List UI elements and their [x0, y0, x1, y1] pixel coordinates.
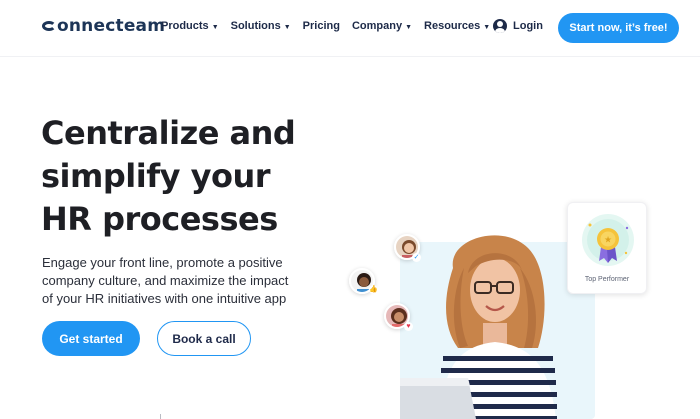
hero-title: Centralize and simplify your HR processe…: [41, 112, 341, 241]
nav-item-label: Pricing: [302, 20, 340, 32]
chevron-down-icon: ▼: [405, 23, 413, 31]
hero-subtitle-line: of your HR initiatives with one intuitiv…: [42, 291, 287, 306]
book-a-call-button[interactable]: Book a call: [157, 321, 251, 356]
hero-title-line: simplify your: [41, 157, 271, 195]
nav-item-company[interactable]: Company ▼: [352, 20, 412, 32]
nav-item-label: Products: [161, 20, 209, 32]
nav-item-solutions[interactable]: Solutions ▼: [231, 20, 291, 32]
user-icon: [493, 19, 507, 33]
chevron-down-icon: ▼: [483, 23, 491, 31]
nav-item-pricing[interactable]: Pricing: [303, 20, 340, 32]
nav-item-resources[interactable]: Resources ▼: [424, 20, 490, 32]
nav-divider: [0, 56, 700, 57]
nav-item-label: Company: [351, 20, 403, 32]
top-performer-label: Top Performer: [584, 276, 630, 283]
brand-logo[interactable]: onnecteam: [42, 16, 165, 36]
login-link[interactable]: Login: [493, 19, 543, 33]
svg-text:★: ★: [604, 236, 612, 246]
logo-mark-icon: [42, 21, 56, 31]
nav-item-label: Resources: [424, 20, 481, 32]
hero-subtitle-line: Engage your front line, promote a positi…: [42, 255, 283, 270]
nav-menu: Products ▼ Solutions ▼ Pricing Company ▼…: [161, 20, 490, 32]
chevron-down-icon: ▼: [283, 23, 291, 31]
brand-name: onnecteam: [57, 16, 166, 36]
medal-icon: ★: [582, 214, 634, 266]
nav-item-label: Solutions: [230, 20, 281, 32]
get-started-button[interactable]: Get started: [42, 321, 140, 356]
thumbs-up-icon: 👍: [369, 285, 378, 294]
chevron-down-icon: ▼: [211, 23, 219, 31]
scroll-marker: [160, 414, 161, 419]
nav-item-products[interactable]: Products ▼: [161, 20, 219, 32]
top-performer-card: ★ Top Performer: [567, 202, 647, 294]
hero-title-line: Centralize and: [41, 114, 296, 152]
start-free-button[interactable]: Start now, it’s free!: [558, 13, 679, 43]
hero-subtitle: Engage your front line, promote a positi…: [42, 254, 332, 308]
check-icon: ✓: [412, 253, 421, 262]
login-label: Login: [513, 20, 543, 32]
top-nav: onnecteam Products ▼ Solutions ▼ Pricing…: [0, 0, 700, 56]
heart-icon: ♥: [404, 322, 413, 331]
hero-subtitle-line: company culture, and maximize the impact: [42, 273, 289, 288]
hero-title-line: HR processes: [41, 200, 278, 238]
